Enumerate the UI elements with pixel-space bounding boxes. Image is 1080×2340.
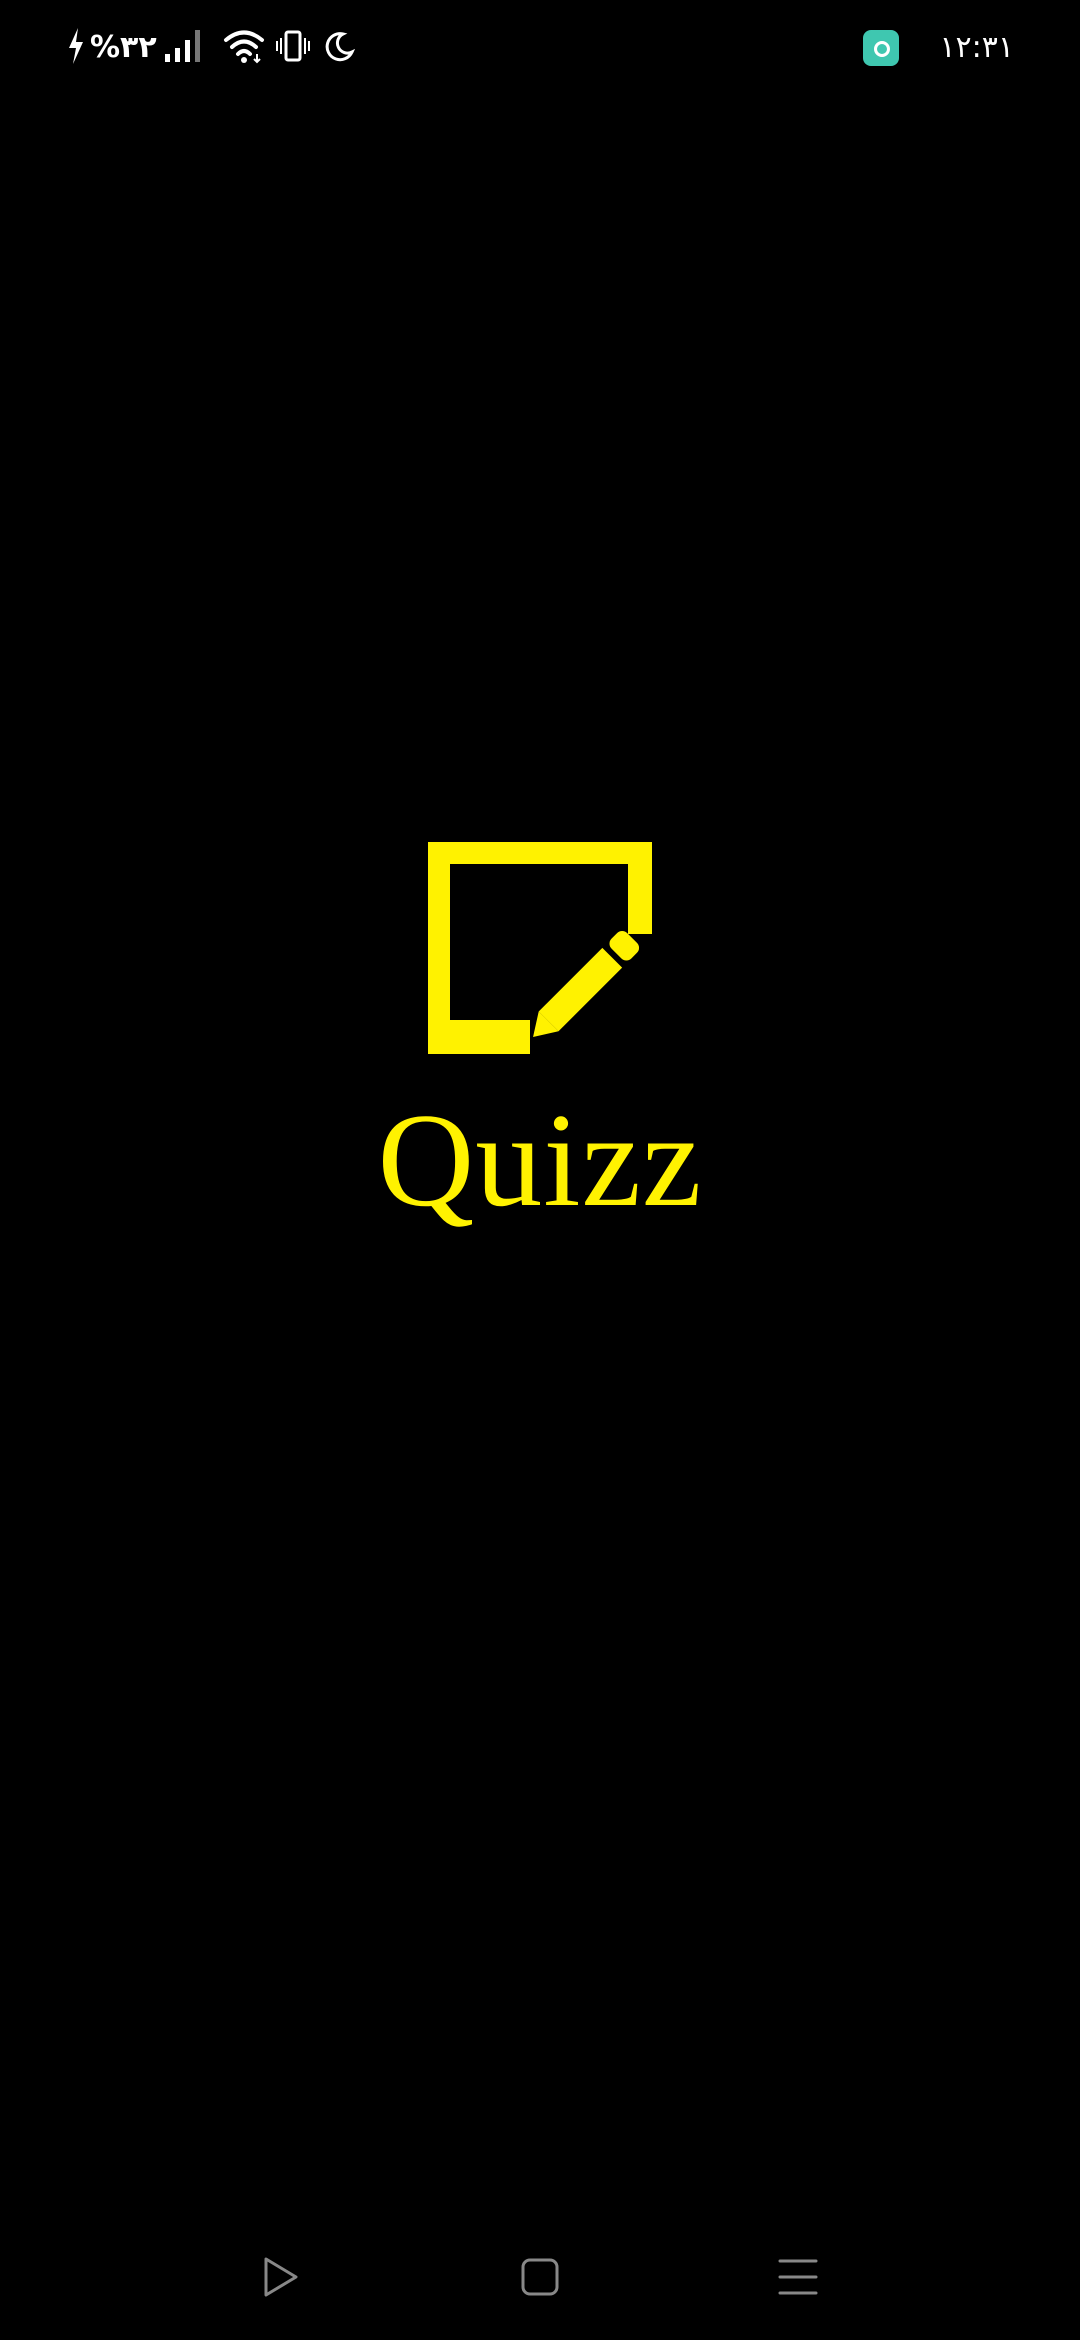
status-bar: %۳۲ ۱۲:۳۱ [0,0,1080,96]
wifi-icon [223,28,265,68]
recents-menu-icon [778,2259,818,2295]
status-left-group: %۳۲ [66,26,355,70]
app-notification-icon [863,30,900,66]
navigation-bar [0,2232,1080,2316]
status-right-group: ۱۲:۳۱ [863,26,1014,70]
status-clock: ۱۲:۳۱ [939,30,1014,65]
app-logo [410,824,668,1060]
back-button[interactable] [256,2252,306,2302]
recents-button[interactable] [773,2252,823,2302]
do-not-disturb-moon-icon [323,30,355,66]
home-button[interactable] [515,2252,565,2302]
battery-percentage: %۳۲ [90,30,157,65]
back-triangle-icon [264,2257,298,2297]
app-title: Quizz [377,1086,703,1234]
charging-icon [66,26,86,70]
vibrate-icon [275,28,311,68]
note-edit-icon [410,824,668,1060]
signal-icon [163,28,203,68]
home-square-icon [521,2258,559,2296]
